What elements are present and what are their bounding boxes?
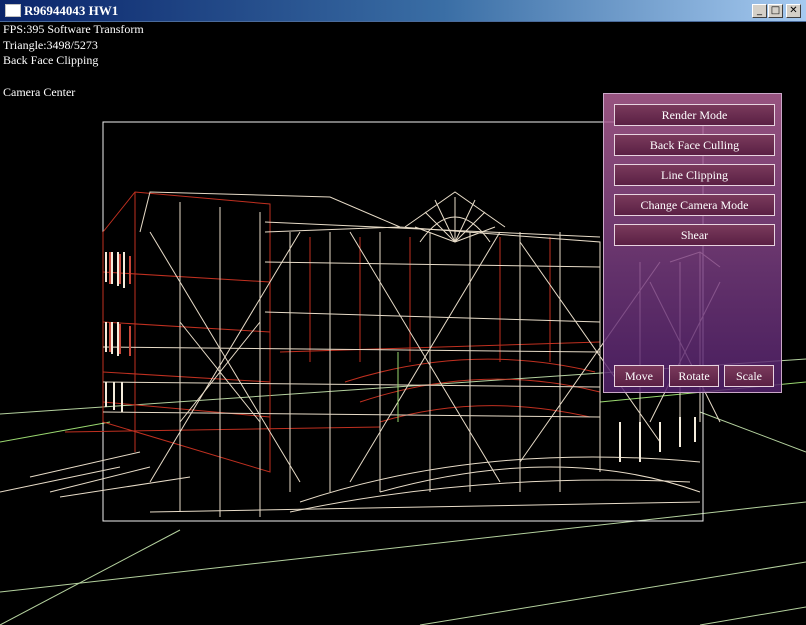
scale-button[interactable]: Scale (724, 365, 774, 387)
clipping-mode-label: Back Face Clipping (3, 53, 99, 67)
app-window: R96944043 HW1 _ □ ✕ FPS:395 Software Tra… (0, 0, 806, 625)
window-title: R96944043 HW1 (24, 3, 119, 18)
render-viewport[interactable]: FPS:395 Software Transform Triangle:3498… (0, 22, 806, 625)
control-panel: Render Mode Back Face Culling Line Clipp… (603, 93, 782, 393)
triangle-count: Triangle:3498/5273 (3, 38, 98, 52)
ground-grid (0, 358, 806, 625)
rotate-button[interactable]: Rotate (669, 365, 719, 387)
fps-readout: FPS:395 Software Transform (3, 22, 144, 36)
camera-mode-label: Camera Center (3, 85, 76, 99)
title-bar[interactable]: R96944043 HW1 _ □ ✕ (0, 0, 806, 22)
close-button[interactable]: ✕ (786, 4, 801, 18)
back-face-culling-button[interactable]: Back Face Culling (614, 134, 775, 156)
minimize-button[interactable]: _ (752, 4, 767, 18)
window-icon (5, 4, 21, 17)
render-mode-button[interactable]: Render Mode (614, 104, 775, 126)
maximize-button[interactable]: □ (768, 4, 783, 18)
shear-button[interactable]: Shear (614, 224, 775, 246)
move-button[interactable]: Move (614, 365, 664, 387)
change-camera-mode-button[interactable]: Change Camera Mode (614, 194, 775, 216)
line-clipping-button[interactable]: Line Clipping (614, 164, 775, 186)
